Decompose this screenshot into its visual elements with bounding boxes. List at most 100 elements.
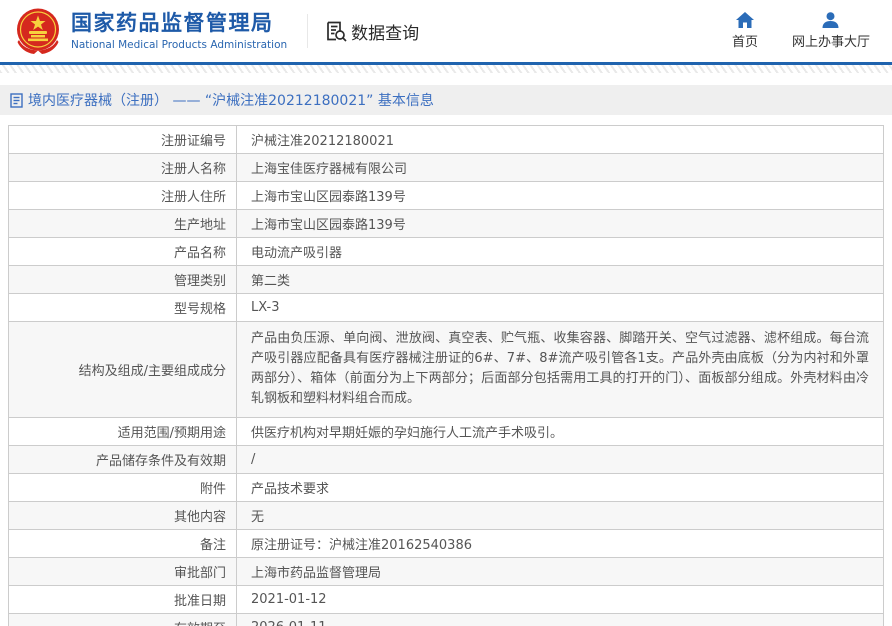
row-value: 2021-01-12 <box>237 585 884 613</box>
row-value-text: 上海市药品监督管理局 <box>251 566 381 581</box>
row-label-text: 注册人住所 <box>161 190 226 205</box>
row-value-text: 产品由负压源、单向阀、泄放阀、真空表、贮气瓶、收集容器、脚踏开关、空气过滤器、滤… <box>251 331 869 406</box>
nav-item-home[interactable]: 首页 <box>732 12 758 50</box>
row-label: 产品名称 <box>9 238 237 266</box>
row-label-text: 产品储存条件及有效期 <box>96 454 226 469</box>
table-row: 适用范围/预期用途 供医疗机构对早期妊娠的孕妇施行人工流产手术吸引。 <box>9 417 884 445</box>
table-row: 附件 产品技术要求 <box>9 473 884 501</box>
row-label: 注册人名称 <box>9 154 237 182</box>
row-value: 第二类 <box>237 266 884 294</box>
row-value-text: 电动流产吸引器 <box>251 246 342 261</box>
brand-titles: 国家药品监督管理局 National Medical Products Admi… <box>71 11 287 50</box>
row-label-text: 结构及组成/主要组成成分 <box>79 364 226 379</box>
row-label-text: 有效期至 <box>174 622 226 626</box>
home-icon <box>736 12 754 28</box>
table-row: 产品储存条件及有效期 / <box>9 445 884 473</box>
row-label-text: 注册证编号 <box>161 134 226 149</box>
row-label: 其他内容 <box>9 501 237 529</box>
row-label-text: 产品名称 <box>174 246 226 261</box>
row-label-text: 生产地址 <box>174 218 226 233</box>
document-icon <box>10 93 23 108</box>
user-icon <box>822 12 839 28</box>
page-title: 境内医疗器械（注册） —— “沪械注准20212180021” 基本信息 <box>28 90 434 110</box>
row-value: 供医疗机构对早期妊娠的孕妇施行人工流产手术吸引。 <box>237 417 884 445</box>
row-label-text: 批准日期 <box>174 594 226 609</box>
row-value-text: 原注册证号：沪械注准20162540386 <box>251 538 472 553</box>
row-label: 管理类别 <box>9 266 237 294</box>
table-row: 型号规格 LX-3 <box>9 294 884 322</box>
table-row: 结构及组成/主要组成成分 产品由负压源、单向阀、泄放阀、真空表、贮气瓶、收集容器、… <box>9 322 884 418</box>
spacer <box>0 115 892 125</box>
site-title-en: National Medical Products Administration <box>71 39 287 51</box>
page-title-bar: 境内医疗器械（注册） —— “沪械注准20212180021” 基本信息 <box>0 85 892 115</box>
header-divider <box>307 14 308 48</box>
row-label-text: 管理类别 <box>174 274 226 289</box>
row-value: 无 <box>237 501 884 529</box>
row-label: 批准日期 <box>9 585 237 613</box>
row-value-text: / <box>251 452 255 467</box>
row-label-text: 附件 <box>200 482 226 497</box>
row-value: 上海市药品监督管理局 <box>237 557 884 585</box>
row-value: 上海宝佳医疗器械有限公司 <box>237 154 884 182</box>
row-value-text: 上海市宝山区园泰路139号 <box>251 218 406 233</box>
row-label: 注册证编号 <box>9 126 237 154</box>
row-label: 产品储存条件及有效期 <box>9 445 237 473</box>
table-row: 注册证编号 沪械注准20212180021 <box>9 126 884 154</box>
row-value: 产品由负压源、单向阀、泄放阀、真空表、贮气瓶、收集容器、脚踏开关、空气过滤器、滤… <box>237 322 884 418</box>
national-emblem-icon[interactable] <box>14 7 62 55</box>
row-value-text: 2026-01-11 <box>251 620 327 626</box>
row-label: 有效期至 <box>9 613 237 626</box>
row-label-text: 适用范围/预期用途 <box>118 426 226 441</box>
row-label: 附件 <box>9 473 237 501</box>
row-value: 原注册证号：沪械注准20162540386 <box>237 529 884 557</box>
registration-info-table: 注册证编号沪械注准20212180021注册人名称上海宝佳医疗器械有限公司注册人… <box>8 125 884 626</box>
row-value-text: 第二类 <box>251 274 290 289</box>
registration-info-section: 注册证编号沪械注准20212180021注册人名称上海宝佳医疗器械有限公司注册人… <box>0 125 892 626</box>
row-value: / <box>237 445 884 473</box>
row-value-text: 产品技术要求 <box>251 482 329 497</box>
row-value: 沪械注准20212180021 <box>237 126 884 154</box>
nav-item-service-hall[interactable]: 网上办事大厅 <box>792 12 870 50</box>
row-value: LX-3 <box>237 294 884 322</box>
row-value-text: LX-3 <box>251 300 279 315</box>
row-value: 2026-01-11 <box>237 613 884 626</box>
row-value: 产品技术要求 <box>237 473 884 501</box>
row-value: 上海市宝山区园泰路139号 <box>237 210 884 238</box>
row-label: 型号规格 <box>9 294 237 322</box>
table-row: 注册人名称 上海宝佳医疗器械有限公司 <box>9 154 884 182</box>
row-value-text: 沪械注准20212180021 <box>251 134 394 149</box>
breadcrumb: 境内医疗器械（注册） —— “沪械注准20212180021” 基本信息 <box>10 90 434 110</box>
data-query-label: 数据查询 <box>351 19 419 44</box>
row-label-text: 审批部门 <box>174 566 226 581</box>
row-value-text: 供医疗机构对早期妊娠的孕妇施行人工流产手术吸引。 <box>251 426 563 441</box>
row-label-text: 注册人名称 <box>161 162 226 177</box>
row-label: 审批部门 <box>9 557 237 585</box>
data-query-link[interactable]: 数据查询 <box>324 19 419 44</box>
row-value: 电动流产吸引器 <box>237 238 884 266</box>
table-row: 注册人住所上海市宝山区园泰路139号 <box>9 182 884 210</box>
row-label: 适用范围/预期用途 <box>9 417 237 445</box>
row-value-text: 上海宝佳医疗器械有限公司 <box>251 162 407 177</box>
site-title-cn: 国家药品监督管理局 <box>71 11 287 36</box>
row-label-text: 型号规格 <box>174 302 226 317</box>
table-row: 生产地址 上海市宝山区园泰路139号 <box>9 210 884 238</box>
row-label: 备注 <box>9 529 237 557</box>
row-value-text: 2021-01-12 <box>251 592 327 607</box>
table-row: 备注 原注册证号：沪械注准20162540386 <box>9 529 884 557</box>
table-row: 产品名称 电动流产吸引器 <box>9 238 884 266</box>
table-row: 其他内容无 <box>9 501 884 529</box>
row-label: 生产地址 <box>9 210 237 238</box>
row-label-text: 其他内容 <box>174 510 226 525</box>
table-row: 有效期至 2026-01-11 <box>9 613 884 626</box>
doc-search-icon <box>324 19 348 43</box>
spacer <box>0 73 892 85</box>
nav-home-label: 首页 <box>732 31 758 50</box>
row-label-text: 备注 <box>200 538 226 553</box>
info-table-body: 注册证编号沪械注准20212180021注册人名称上海宝佳医疗器械有限公司注册人… <box>9 126 884 626</box>
header-nav: 首页 网上办事大厅 <box>732 12 870 50</box>
table-row: 管理类别 第二类 <box>9 266 884 294</box>
nav-service-hall-label: 网上办事大厅 <box>792 31 870 50</box>
table-row: 审批部门 上海市药品监督管理局 <box>9 557 884 585</box>
row-value: 上海市宝山区园泰路139号 <box>237 182 884 210</box>
hatch-stripe-band <box>0 65 892 73</box>
